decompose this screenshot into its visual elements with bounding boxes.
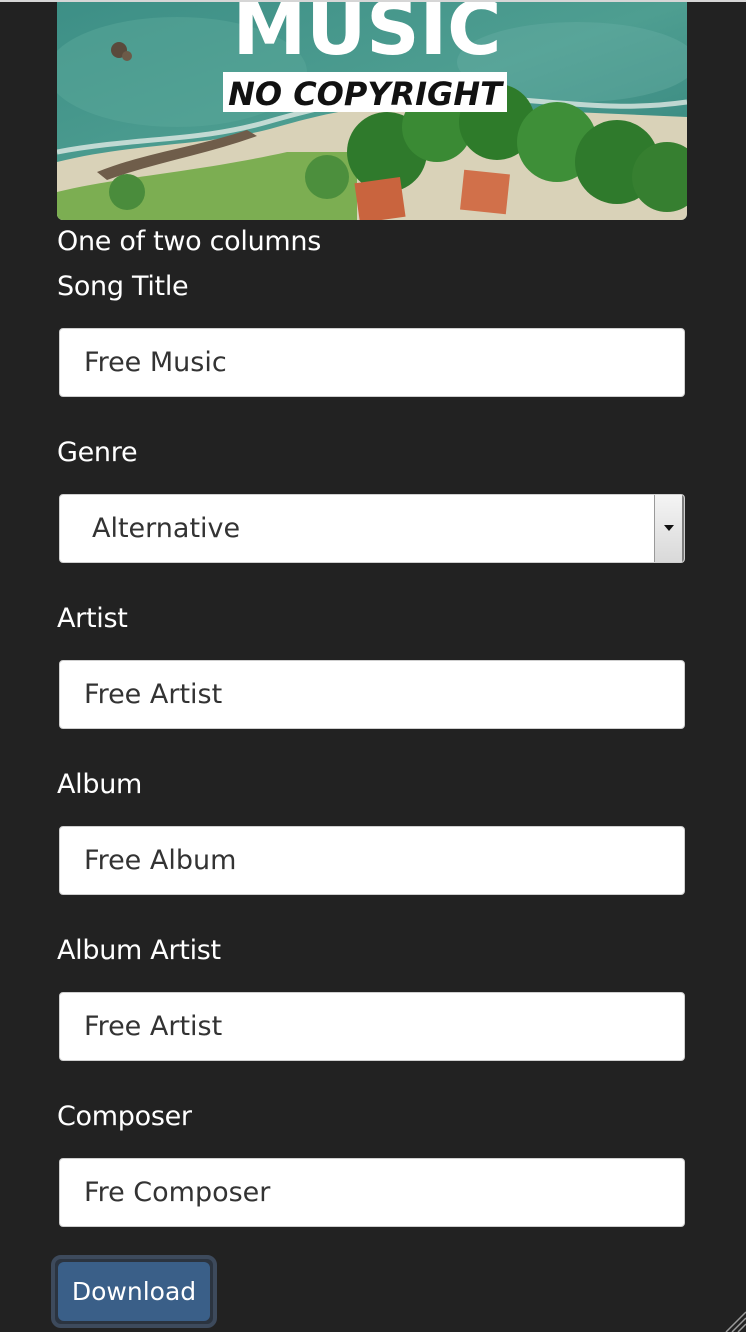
cover-image: MUSIC NO COPYRIGHT (57, 2, 687, 220)
composer-label: Composer (57, 1101, 192, 1132)
song-title-input[interactable]: Free Music (59, 328, 685, 397)
chevron-down-icon (664, 525, 674, 531)
cover-artwork: MUSIC NO COPYRIGHT (57, 2, 687, 220)
album-label: Album (57, 769, 143, 800)
cover-title: MUSIC (233, 2, 502, 72)
genre-label: Genre (57, 437, 138, 468)
cover-subtitle: NO COPYRIGHT (228, 75, 504, 113)
genre-selected-value: Alternative (92, 513, 241, 544)
genre-select[interactable]: Alternative (59, 494, 685, 563)
dropdown-arrow-button[interactable] (654, 495, 684, 562)
album-artist-input[interactable]: Free Artist (59, 992, 685, 1061)
artist-label: Artist (57, 603, 128, 634)
download-button-focus-ring: Download (51, 1255, 217, 1328)
composer-input[interactable]: Fre Composer (59, 1158, 685, 1227)
download-button[interactable]: Download (58, 1262, 210, 1321)
column-heading: One of two columns (57, 226, 321, 257)
album-input[interactable]: Free Album (59, 826, 685, 895)
resize-grip-icon[interactable] (720, 1306, 746, 1332)
artist-input[interactable]: Free Artist (59, 660, 685, 729)
album-artist-label: Album Artist (57, 935, 221, 966)
song-title-label: Song Title (57, 271, 189, 302)
